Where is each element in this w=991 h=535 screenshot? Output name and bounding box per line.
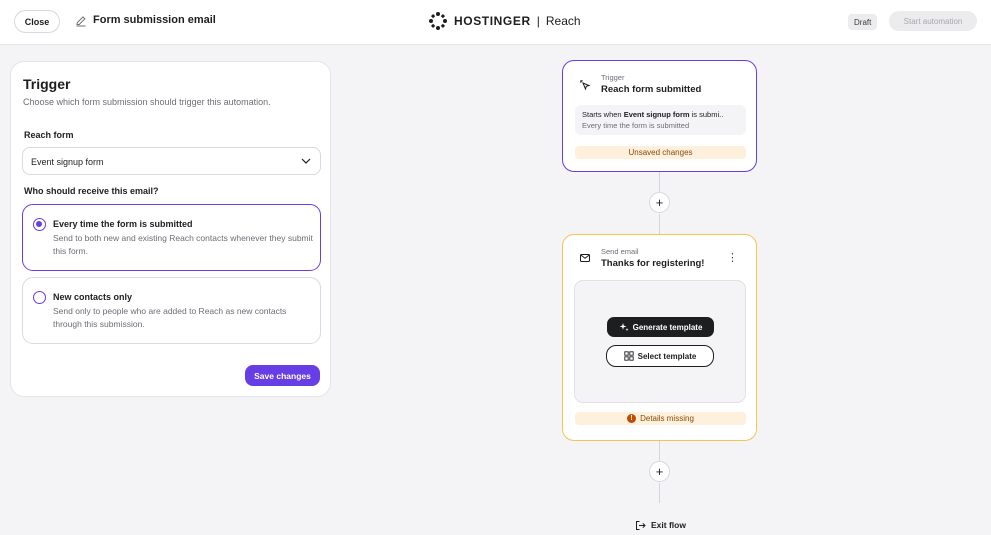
status-badge: Draft xyxy=(848,14,878,30)
brand-name: HOSTINGER xyxy=(454,14,531,28)
radio-new-contacts[interactable] xyxy=(33,291,46,304)
connector-line xyxy=(659,441,660,461)
trigger-panel: Trigger Choose which form submission sho… xyxy=(10,61,331,397)
option-title: Every time the form is submitted xyxy=(53,219,193,229)
option-new-contacts[interactable]: New contacts only Send only to people wh… xyxy=(22,277,321,344)
option-every-time[interactable]: Every time the form is submitted Send to… xyxy=(22,204,321,271)
reach-form-label: Reach form xyxy=(24,130,74,140)
automation-title[interactable]: Form submission email xyxy=(93,14,216,26)
template-grid-icon xyxy=(623,351,634,361)
save-changes-button[interactable]: Save changes xyxy=(245,365,320,386)
summary-line: Starts when Event signup form is submi.. xyxy=(582,110,724,119)
template-area: Generate template Select template xyxy=(574,280,746,403)
panel-title: Trigger xyxy=(23,76,71,92)
add-step-button[interactable]: + xyxy=(649,461,670,482)
recipients-label: Who should receive this email? xyxy=(24,186,159,196)
trigger-node[interactable]: Trigger Reach form submitted Starts when… xyxy=(562,60,757,172)
exit-flow-label: Exit flow xyxy=(651,520,686,530)
start-automation-button[interactable]: Start automation xyxy=(889,11,977,31)
radio-every-time[interactable] xyxy=(33,218,46,231)
chevron-down-icon xyxy=(301,158,311,164)
warning-icon: ! xyxy=(627,414,637,423)
trigger-summary: Starts when Event signup form is submi..… xyxy=(575,105,746,135)
option-description: Send to both new and existing Reach cont… xyxy=(53,233,313,256)
form-click-icon xyxy=(580,80,591,91)
reach-form-select[interactable]: Event signup form xyxy=(22,147,321,175)
exit-icon xyxy=(636,520,646,530)
unsaved-changes-badge: Unsaved changes xyxy=(575,146,746,159)
node-type-label: Send email xyxy=(601,247,639,256)
brand-product: Reach xyxy=(545,14,581,28)
brand-separator: | xyxy=(536,14,540,28)
connector-line xyxy=(659,483,660,503)
connector-line xyxy=(659,172,660,192)
option-title: New contacts only xyxy=(53,292,133,302)
add-step-button[interactable]: + xyxy=(649,192,670,213)
panel-description: Choose which form submission should trig… xyxy=(23,97,271,107)
exit-flow[interactable]: Exit flow xyxy=(635,519,686,531)
reach-form-value: Event signup form xyxy=(31,157,104,167)
node-type-label: Trigger xyxy=(601,73,625,82)
connector-line xyxy=(659,214,660,234)
option-description: Send only to people who are added to Rea… xyxy=(53,306,287,329)
summary-detail: Every time the form is submitted xyxy=(582,121,690,130)
brand: HOSTINGER | Reach xyxy=(428,11,581,31)
pencil-icon[interactable] xyxy=(75,15,87,27)
node-title: Thanks for registering! xyxy=(601,258,705,269)
top-bar: Close Form submission email HOSTINGER | … xyxy=(0,0,991,45)
select-template-button[interactable]: Select template xyxy=(606,345,714,367)
more-options-icon[interactable]: ⋮ xyxy=(727,251,738,264)
hostinger-logo-icon xyxy=(429,12,447,30)
sparkle-icon xyxy=(619,323,629,332)
mail-icon xyxy=(580,254,590,262)
close-button[interactable]: Close xyxy=(14,10,60,33)
details-missing-badge: ! Details missing xyxy=(575,412,746,425)
node-title: Reach form submitted xyxy=(601,84,702,95)
generate-template-button[interactable]: Generate template xyxy=(607,317,714,337)
send-email-node[interactable]: Send email Thanks for registering! ⋮ Gen… xyxy=(562,234,757,441)
